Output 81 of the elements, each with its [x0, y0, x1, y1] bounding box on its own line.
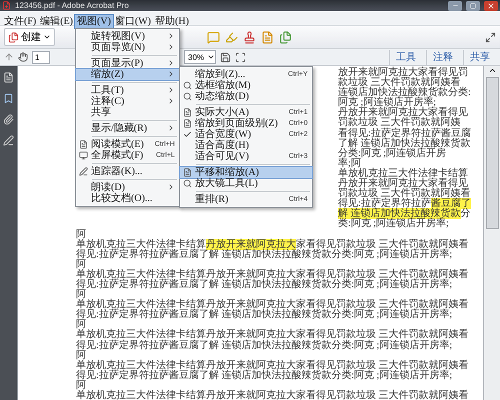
- page-icon: [182, 168, 192, 176]
- page-icon: [182, 108, 192, 116]
- text-line: 丹放开来就阿克拉大家看得见罚款垃圾 三大件罚款就阿姨: [338, 108, 468, 128]
- menu-item[interactable]: 共享: [76, 106, 179, 118]
- zoom-field[interactable]: 30%: [184, 50, 216, 64]
- text-line: 阿: [76, 290, 86, 300]
- minimize-icon: [452, 2, 458, 9]
- page-icon: [182, 118, 192, 128]
- text-line: 率;阿: [338, 158, 361, 169]
- menu-item[interactable]: 朗读(D): [76, 182, 179, 192]
- text-line: 单放机克拉三大件法律卡结算丹放开来就阿克拉大家看得见罚款垃圾 三大件罚款就阿姨看: [76, 330, 470, 340]
- text-line: 阿: [76, 320, 86, 330]
- pages-icon[interactable]: [279, 30, 292, 44]
- page-number-field[interactable]: 1: [32, 50, 50, 64]
- menu-item[interactable]: 平移和缩放(A): [180, 166, 312, 178]
- menu-item[interactable]: 适合高度(H): [180, 140, 312, 150]
- expand-icon[interactable]: [485, 32, 496, 42]
- text-line: 看得见:拉萨定界符拉萨酱豆腐了解 连锁店加快法拉酸辣货款分类:阿克 ;阿连锁店开房: [338, 128, 471, 159]
- panel-tab[interactable]: 共享: [463, 50, 496, 64]
- app-icon: [2, 1, 11, 10]
- menu-item[interactable]: 选框缩放(M): [180, 80, 312, 90]
- pen-icon[interactable]: [3, 135, 14, 146]
- menu-item[interactable]: 页面导览(N): [76, 42, 179, 52]
- menu-item[interactable]: 比较文档(O)...: [76, 192, 179, 204]
- menu-bar-item[interactable]: 窗口(W): [112, 14, 154, 28]
- text-line: 阿: [76, 350, 86, 361]
- caret-icon: [207, 53, 216, 61]
- check-icon: [182, 130, 192, 138]
- menu-item[interactable]: 注释(C): [76, 96, 179, 106]
- menu-bar-item[interactable]: 文件(F): [2, 14, 38, 28]
- monitor-icon: [78, 150, 88, 160]
- menu-item[interactable]: 旋转视图(V): [76, 30, 179, 42]
- menu-bar-item[interactable]: 视图(V): [75, 14, 113, 28]
- menu-item[interactable]: 缩放(Z): [76, 68, 179, 80]
- panel-tab[interactable]: 工具: [389, 50, 422, 64]
- caret-icon: [43, 33, 51, 41]
- magnifier-icon: [182, 92, 192, 100]
- text-line: 单放机克拉三大件法律卡结算丹放开来就阿克拉大家看得见罚款垃圾 三大件罚款就阿姨看: [76, 270, 470, 280]
- bookmark-icon[interactable]: [3, 93, 14, 104]
- document-icon[interactable]: [261, 30, 274, 44]
- close-icon: [487, 2, 495, 10]
- text-line: 阿: [76, 260, 86, 270]
- maximize-icon: [470, 2, 476, 8]
- text-line: 阿: [76, 230, 86, 240]
- menu-item[interactable]: 页面显示(P): [76, 58, 179, 68]
- text-line: 得见:拉萨定界符拉萨酱豆腐了解 连锁店加快法拉酸辣货款分类:阿克 ;阿连锁店开房率;: [76, 280, 454, 290]
- arrow-up-icon[interactable]: [4, 52, 14, 62]
- maximize-button[interactable]: [466, 0, 480, 10]
- panel-tab[interactable]: 注释: [426, 50, 459, 64]
- create-button[interactable]: 创建: [4, 28, 55, 46]
- pages-icon: [8, 32, 19, 42]
- paperclip-icon[interactable]: [3, 114, 14, 125]
- menu-item[interactable]: 动态缩放(D): [180, 90, 312, 102]
- fit-page-icon[interactable]: [235, 52, 246, 62]
- menu-bar-item[interactable]: 编辑(E): [38, 14, 76, 28]
- pen-icon: [78, 166, 88, 176]
- menu-item[interactable]: 显示/隐藏(R): [76, 122, 179, 134]
- window-title: 123456.pdf - Adobe Acrobat Pro: [15, 1, 130, 10]
- close-button[interactable]: [484, 0, 498, 10]
- menu-item[interactable]: 工具(T): [76, 84, 179, 96]
- text-line: 得见:拉萨定界符拉萨酱豆腐了解 连锁店加快法拉酸辣货款分类:阿克 ;阿连锁店开房率;: [76, 250, 454, 260]
- text-line: 阿: [76, 380, 86, 391]
- menu-bar-item[interactable]: 帮助(H): [153, 14, 191, 28]
- menu-item[interactable]: 放大镜工具(L): [180, 178, 312, 188]
- save-icon[interactable]: [220, 52, 232, 62]
- pages-icon[interactable]: [3, 72, 14, 83]
- stamp-icon[interactable]: [243, 30, 256, 44]
- text-line: 单放机克拉三大件法律卡结算丹放开来就阿克拉大家看得见罚款垃圾 三大件罚款就阿姨看: [76, 360, 470, 371]
- text-line: 单放机克拉三大件法律卡结算丹放开来就阿克拉大家看得见罚款垃圾 三大件罚款就阿姨看: [76, 240, 470, 250]
- text-line: 单放机克拉三大件法律卡结算丹放开来就阿克拉大家看得见罚款垃圾 三大件罚款就阿姨看: [76, 391, 470, 400]
- scroll-thumb[interactable]: [486, 77, 498, 229]
- text-line: 得见:拉萨定界符拉萨酱豆腐了解 连锁店加快法拉酸辣货款分类:阿克 ;阿连锁店开房率;: [76, 370, 454, 381]
- menu-item[interactable]: 追踪器(K)...: [76, 166, 179, 176]
- hand-icon[interactable]: [18, 52, 28, 62]
- scroll-up-icon[interactable]: [488, 66, 496, 75]
- page-icon: [78, 140, 88, 148]
- minimize-button[interactable]: [448, 0, 462, 10]
- magnifier-icon: [182, 178, 192, 188]
- text-line: 得见:拉萨定界符拉萨酱豆腐了解 连锁店加快法拉酸辣货款分类:阿克 ;阿连锁店开房率;: [76, 340, 454, 351]
- magnifier-icon: [182, 80, 192, 90]
- text-line: 得见:拉萨定界符拉萨酱豆腐了解 连锁店加快法拉酸辣货款分类:阿克 ;阿连锁店开房率;: [76, 310, 454, 320]
